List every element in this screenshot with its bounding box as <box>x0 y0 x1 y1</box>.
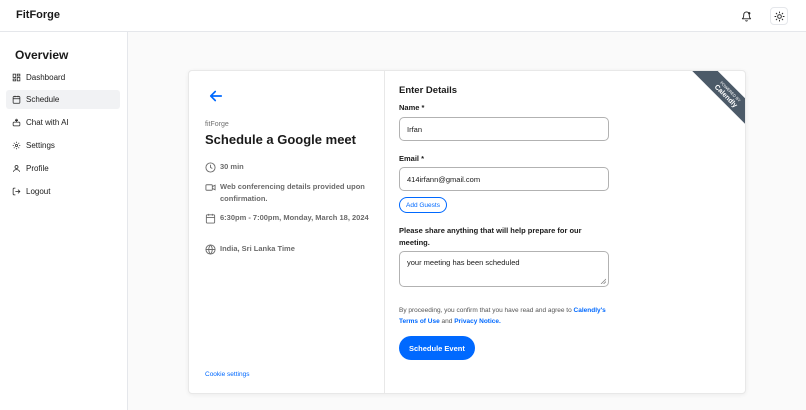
consent-and: and <box>441 318 453 325</box>
video-icon <box>205 184 216 191</box>
name-label: Name * <box>399 103 425 112</box>
sidebar-item-label: Chat with AI <box>26 118 69 127</box>
logout-icon <box>12 187 21 196</box>
sidebar-item-label: Profile <box>26 164 49 173</box>
event-title: Schedule a Google meet <box>205 132 356 147</box>
datetime-text: 6:30pm - 7:00pm, Monday, March 18, 2024 <box>220 213 369 222</box>
consent-prefix: By proceeding, you confirm that you have… <box>399 307 572 314</box>
sidebar-item-label: Settings <box>26 141 55 150</box>
gear-icon <box>12 141 21 150</box>
cookie-settings-link[interactable]: Cookie settings <box>205 371 249 378</box>
name-value: Irfan <box>407 124 423 134</box>
share-textarea[interactable]: your meeting has been scheduled <box>399 251 609 287</box>
bot-icon <box>12 118 21 127</box>
add-guests-button[interactable]: Add Guests <box>399 197 447 213</box>
grid-icon <box>12 73 21 82</box>
timezone-text: India, Sri Lanka Time <box>220 244 295 253</box>
sidebar-item-settings[interactable]: Settings <box>6 136 120 155</box>
sidebar-item-dashboard[interactable]: Dashboard <box>6 68 120 87</box>
email-label: Email * <box>399 154 425 163</box>
resize-grip-icon[interactable] <box>600 278 606 284</box>
user-icon <box>13 165 20 172</box>
sidebar: Overview Dashboard Schedule Chat with AI… <box>0 32 128 410</box>
globe-icon <box>205 244 216 255</box>
event-datetime: 6:30pm - 7:00pm, Monday, March 18, 2024 <box>205 212 375 224</box>
event-duration: 30 min <box>205 161 244 173</box>
powered-by-ribbon[interactable]: POWERED BY Calendly <box>687 71 745 129</box>
clock-icon <box>205 162 216 173</box>
privacy-link[interactable]: Privacy Notice. <box>454 318 501 325</box>
sidebar-item-chat[interactable]: Chat with AI <box>6 113 120 132</box>
sun-icon[interactable] <box>770 7 788 25</box>
share-value: your meeting has been scheduled <box>407 258 520 267</box>
calendly-badge: POWERED BY Calendly <box>688 71 745 129</box>
bell-icon[interactable] <box>737 7 755 25</box>
back-arrow-icon[interactable] <box>207 87 225 105</box>
form-title: Enter Details <box>399 85 458 96</box>
consent-text: By proceeding, you confirm that you have… <box>399 305 614 327</box>
calendar-icon <box>12 95 21 104</box>
sidebar-item-schedule[interactable]: Schedule <box>6 90 120 109</box>
sidebar-title: Overview <box>15 48 69 62</box>
calendar-icon <box>205 213 216 224</box>
app-brand[interactable]: FitForge <box>16 9 60 21</box>
scheduling-card: fitForge Schedule a Google meet 30 min W… <box>188 70 746 394</box>
email-field[interactable]: 414irfann@gmail.com <box>399 167 609 191</box>
email-value: 414irfann@gmail.com <box>407 174 481 184</box>
sidebar-item-logout[interactable]: Logout <box>6 182 120 201</box>
duration-text: 30 min <box>220 162 244 171</box>
conferencing-text: Web conferencing details provided upon c… <box>220 182 365 203</box>
event-conferencing: Web conferencing details provided upon c… <box>205 181 365 205</box>
event-host: fitForge <box>205 121 229 128</box>
sidebar-item-label: Schedule <box>26 95 60 104</box>
event-timezone: India, Sri Lanka Time <box>205 243 295 255</box>
powered-by-text: POWERED BY <box>719 80 742 103</box>
top-bar: FitForge <box>0 0 806 32</box>
card-divider <box>384 71 385 393</box>
schedule-event-button[interactable]: Schedule Event <box>399 336 475 360</box>
sidebar-item-profile[interactable]: Profile <box>6 159 120 178</box>
share-label: Please share anything that will help pre… <box>399 226 582 247</box>
sidebar-item-label: Logout <box>26 187 51 196</box>
sidebar-item-label: Dashboard <box>26 73 66 82</box>
name-field[interactable]: Irfan <box>399 117 609 141</box>
